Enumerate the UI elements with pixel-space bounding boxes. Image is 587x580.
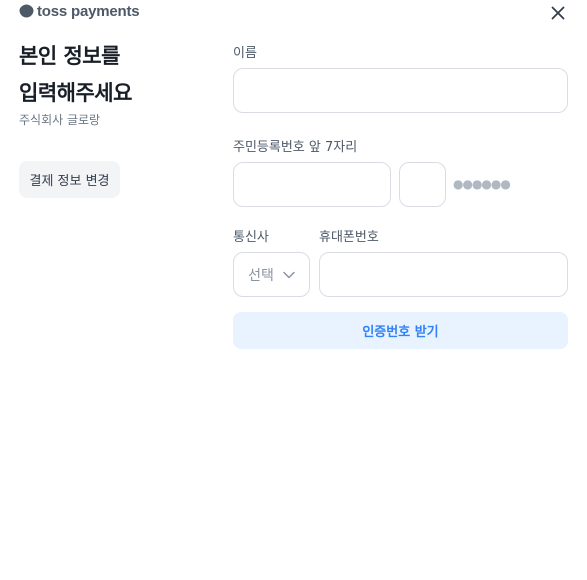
name-label: 이름 <box>233 46 257 61</box>
carrier-label: 통신사 <box>233 230 269 245</box>
request-verification-code-button[interactable]: 인증번호 받기 <box>233 312 568 349</box>
page-title-line1: 본인 정보를 <box>19 44 120 68</box>
brand-name: toss payments <box>37 2 140 20</box>
name-input[interactable] <box>233 68 568 113</box>
merchant-name: 주식회사 글로랑 <box>19 113 101 127</box>
close-icon[interactable] <box>548 3 568 23</box>
rrn-back-first-digit-input[interactable] <box>399 162 446 207</box>
toss-payments-logo: toss payments <box>19 1 140 21</box>
rrn-label: 주민등록번호 앞 7자리 <box>233 140 358 155</box>
phone-label: 휴대폰번호 <box>319 230 379 245</box>
rrn-front-input[interactable] <box>233 162 391 207</box>
page-title-line2: 입력해주세요 <box>19 81 132 105</box>
chevron-down-icon <box>283 271 295 278</box>
page-title: 본인 정보를 입력해주세요 <box>19 38 132 112</box>
change-payment-button[interactable]: 결제 정보 변경 <box>19 161 120 198</box>
toss-logo-icon <box>19 4 34 18</box>
carrier-select-value: 선택 <box>248 267 274 284</box>
carrier-select[interactable]: 선택 <box>233 252 310 297</box>
rrn-masked-digits: ●●●●●● <box>453 177 511 191</box>
phone-input[interactable] <box>319 252 568 297</box>
